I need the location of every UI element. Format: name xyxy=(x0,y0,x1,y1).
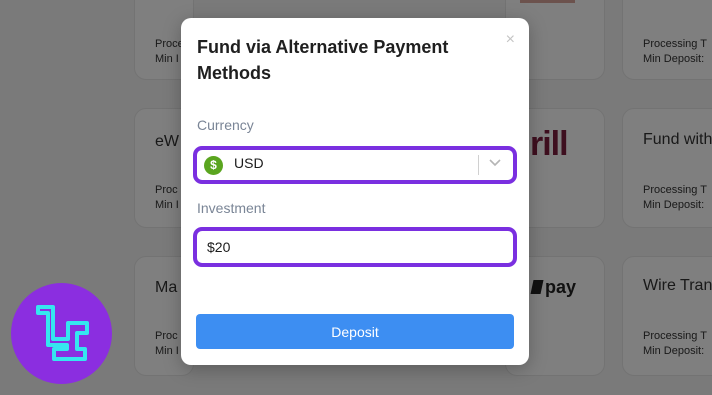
currency-select[interactable]: $ USD xyxy=(193,146,517,184)
brand-logo-mark xyxy=(36,305,89,361)
select-separator xyxy=(478,155,479,175)
dialog-title: Fund via Alternative Payment Methods xyxy=(197,37,449,83)
investment-input[interactable] xyxy=(193,227,517,267)
investment-label: Investment xyxy=(197,200,266,216)
dollar-coin-icon: $ xyxy=(204,156,223,175)
deposit-button[interactable]: Deposit xyxy=(196,314,514,349)
currency-label: Currency xyxy=(197,117,254,133)
chevron-down-icon[interactable] xyxy=(487,153,503,173)
close-icon[interactable]: × xyxy=(506,30,515,50)
currency-value: USD xyxy=(234,155,264,171)
brand-logo xyxy=(11,283,112,384)
fund-dialog: Fund via Alternative Payment Methods × C… xyxy=(181,18,529,365)
